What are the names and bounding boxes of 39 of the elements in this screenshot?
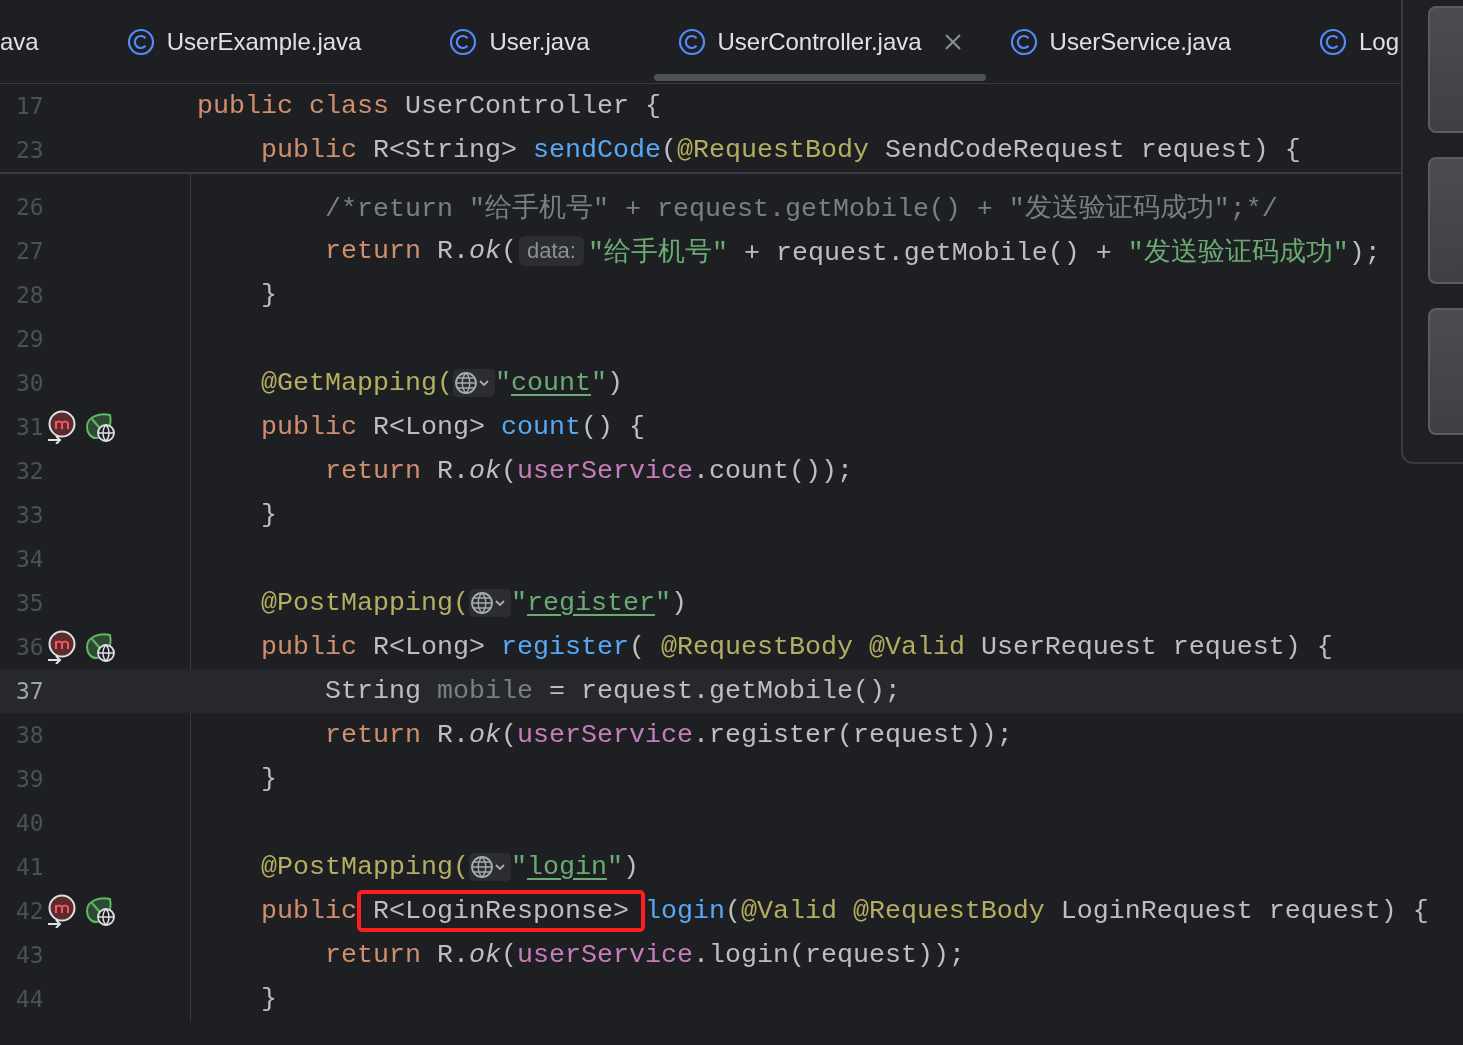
code-text: "register")	[510, 588, 687, 618]
code-text: @GetMapping(	[261, 368, 453, 398]
method-override-icon[interactable]	[46, 630, 78, 664]
code-text: return R.ok(userService.register(request));	[325, 720, 1013, 750]
code-text: @PostMapping(	[261, 588, 469, 618]
code-text: return R.ok(userService.count());	[325, 456, 853, 486]
file-tab[interactable]: ava	[0, 0, 103, 83]
code-text: return R.ok(	[325, 236, 517, 266]
file-tab[interactable]: UserService.java	[985, 0, 1295, 83]
web-endpoint-icon[interactable]	[84, 631, 116, 663]
file-tab[interactable]: UserExample.java	[102, 0, 426, 83]
code-text: }	[261, 500, 277, 530]
method-override-icon[interactable]	[46, 410, 78, 444]
code-text: }	[261, 764, 277, 794]
code-text: "count")	[494, 368, 623, 398]
parameter-hint: data:	[518, 236, 584, 266]
file-tab[interactable]: UserController.java	[653, 0, 986, 83]
code-text: public	[261, 896, 357, 926]
code-text: public R<Long> count() {	[261, 412, 645, 442]
code-text: "给手机号" + request.getMobile() + "发送验证码成功");	[587, 236, 1381, 269]
web-endpoint-icon[interactable]	[84, 411, 116, 443]
line-number: 37	[15, 678, 45, 704]
code-text: return R.ok(userService.login(request));	[325, 940, 965, 970]
code-text: public class UserController {	[197, 91, 661, 121]
file-tab[interactable]: Log	[1295, 0, 1400, 83]
close-icon[interactable]	[943, 32, 962, 51]
code-text: "login")	[510, 852, 639, 882]
code-text: }	[261, 280, 277, 310]
code-text: /*return "给手机号" + request.getMobile() + "发送验证码成功";*/	[325, 192, 1278, 225]
code-text: String mobile = request.getMobile();	[325, 676, 901, 706]
file-tab[interactable]: User.java	[425, 0, 654, 83]
code-text: @PostMapping(	[261, 852, 469, 882]
code-text: public R<Long> register( @RequestBody @Valid UserRequest request) {	[261, 632, 1333, 662]
code-text: }	[261, 984, 277, 1014]
highlight-box: R<LoginResponse>	[357, 890, 645, 932]
code-text: login(@Valid @RequestBody LoginRequest request) {	[644, 896, 1429, 926]
web-endpoint-icon[interactable]	[84, 895, 116, 927]
code-text: public R<String> sendCode(@RequestBody SendCodeRequest request) {	[261, 135, 1301, 165]
method-override-icon[interactable]	[46, 894, 78, 928]
